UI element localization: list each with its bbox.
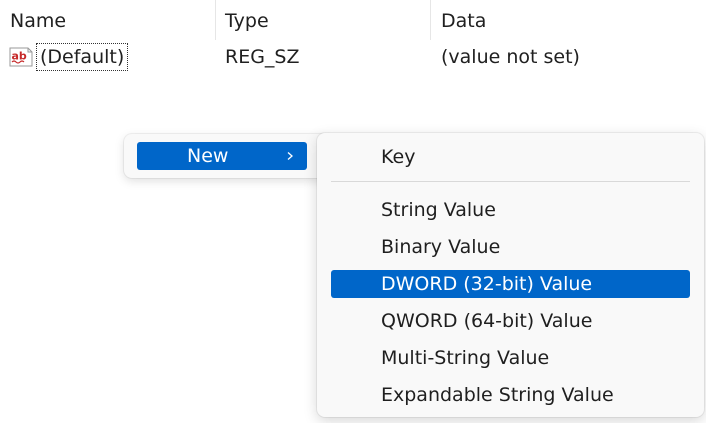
registry-value-row[interactable]: ab (Default) REG_SZ (value not set): [0, 40, 706, 74]
submenu-item-dword-value[interactable]: DWORD (32-bit) Value: [331, 270, 690, 298]
reg-string-ab-icon: ab: [9, 47, 33, 67]
value-name-label[interactable]: (Default): [36, 43, 129, 71]
value-type-label: REG_SZ: [225, 46, 300, 68]
submenu-item-label: Expandable String Value: [381, 384, 614, 406]
submenu-item-label: String Value: [381, 199, 496, 221]
submenu-item-label: DWORD (32-bit) Value: [381, 273, 593, 295]
submenu-item-key[interactable]: Key: [331, 143, 690, 171]
menu-item-new-label: New: [187, 145, 229, 167]
context-menu: New: [124, 134, 330, 178]
submenu-item-expandable-string-value[interactable]: Expandable String Value: [331, 381, 690, 409]
new-submenu: Key String Value Binary Value DWORD (32-…: [317, 133, 704, 417]
column-divider[interactable]: [215, 0, 216, 40]
submenu-item-qword-value[interactable]: QWORD (64-bit) Value: [331, 307, 690, 335]
menu-item-new[interactable]: New: [137, 142, 307, 170]
column-header-type[interactable]: Type: [225, 9, 269, 33]
submenu-item-multi-string-value[interactable]: Multi-String Value: [331, 344, 690, 372]
submenu-item-label: Multi-String Value: [381, 347, 550, 369]
submenu-item-string-value[interactable]: String Value: [331, 196, 690, 224]
column-header-name[interactable]: Name: [10, 9, 66, 33]
chevron-right-icon: [287, 152, 293, 160]
submenu-item-label: Binary Value: [381, 236, 501, 258]
submenu-item-binary-value[interactable]: Binary Value: [331, 233, 690, 261]
submenu-item-label: QWORD (64-bit) Value: [381, 310, 593, 332]
values-list-header: Name Type Data: [0, 0, 706, 40]
column-header-data[interactable]: Data: [441, 9, 486, 33]
menu-divider: [331, 181, 690, 182]
value-data-label: (value not set): [441, 46, 580, 68]
column-divider[interactable]: [430, 0, 431, 40]
submenu-item-label: Key: [381, 146, 416, 168]
